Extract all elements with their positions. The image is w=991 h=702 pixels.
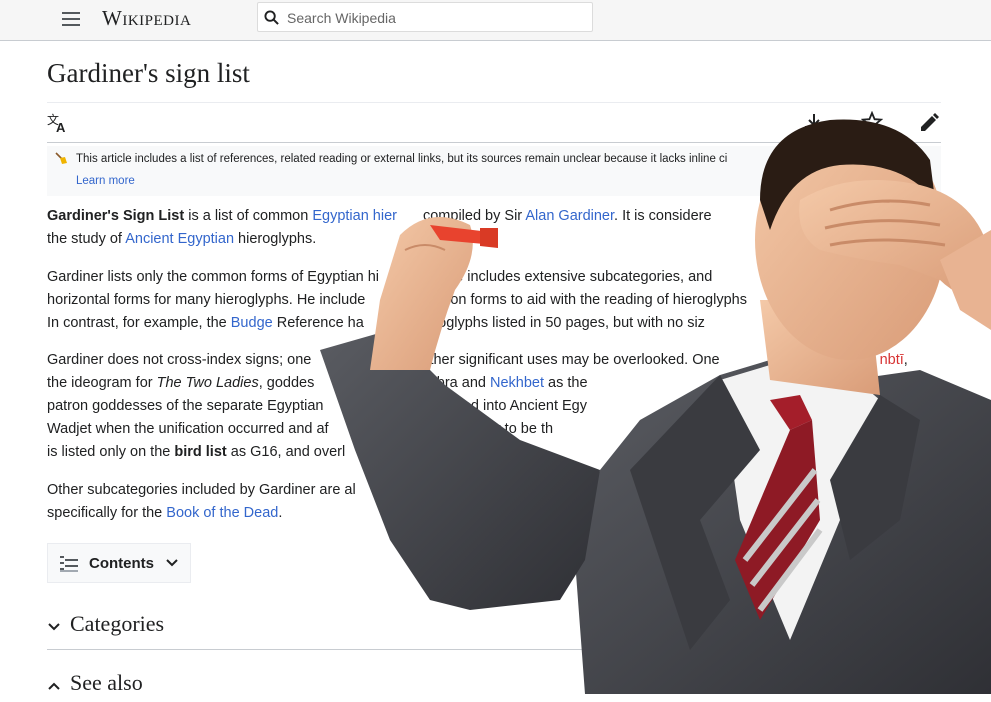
language-translate-icon[interactable]: 文 A: [47, 112, 71, 134]
chevron-down-icon: [48, 623, 60, 631]
chevron-down-icon: [166, 559, 178, 567]
site-header: Wikipedia: [0, 0, 991, 41]
text: the study of: [47, 231, 126, 247]
egyptian-hieroglyphs-link[interactable]: Egyptian hier: [312, 208, 397, 224]
text: , goddes: [258, 375, 315, 391]
text: eity list and th: [445, 444, 534, 460]
text: Gardiner does not cross-index signs; one: [47, 352, 312, 368]
toolbar-divider: [47, 142, 941, 143]
text: other significant uses may be overlooked…: [421, 352, 720, 368]
text: as the: [544, 375, 588, 391]
paragraph-2: Gardiner lists only the common forms of …: [47, 266, 947, 335]
text: Wadjet when the unification occurred and…: [47, 421, 329, 437]
learn-more-link[interactable]: Learn more: [76, 175, 135, 187]
section-title: Categories: [70, 611, 165, 636]
text: . It is considere: [614, 208, 712, 224]
text: patron goddesses of the separate Egyptia…: [47, 398, 324, 414]
budge-link[interactable]: Budge: [231, 315, 273, 331]
page-title: Gardiner's sign list: [47, 58, 250, 88]
table-of-contents-icon: [60, 556, 78, 572]
text: Other subcategories included by Gardiner…: [47, 482, 356, 498]
svg-text:A: A: [56, 120, 66, 134]
bold-term: Gardiner's Sign List: [47, 208, 185, 224]
contents-label: Contents: [89, 555, 154, 572]
book-of-the-dead-link[interactable]: Book of the Dead: [166, 505, 278, 521]
sources-notice: This article includes a list of referenc…: [47, 146, 941, 196]
alan-gardiner-link[interactable]: Alan Gardiner: [525, 208, 614, 224]
title-divider: [47, 102, 941, 103]
text: Gardiner lists only the common forms of …: [47, 269, 380, 285]
intro-paragraph: Gardiner's Sign List is a list of common…: [47, 205, 947, 251]
edit-pencil-icon[interactable]: [918, 111, 940, 133]
text: is a list of common: [184, 208, 313, 224]
watch-star-icon[interactable]: [861, 111, 883, 133]
text: hieroglyphs.: [234, 231, 317, 247]
search-box[interactable]: [257, 2, 593, 32]
text: oined into Ancient Egy: [443, 398, 588, 414]
facepalm-man-throwing-dart-photo: [320, 119, 991, 694]
broom-icon: [55, 152, 67, 164]
text: In contrast, for example, the: [47, 315, 231, 331]
italic-term: The Two Ladies: [156, 375, 259, 391]
text: compiled by Sir: [418, 208, 526, 224]
hamburger-menu-icon[interactable]: [61, 9, 81, 29]
text: specifically for the: [47, 505, 167, 521]
wikipedia-wordmark[interactable]: Wikipedia: [102, 6, 191, 31]
text: 00 hieroglyphs listed in 50 pages, but w…: [393, 315, 705, 331]
text: e cobra and: [409, 375, 490, 391]
section-divider: [47, 649, 941, 650]
text: t he includes extensive subcategories, a…: [439, 269, 713, 285]
paragraph-4: Other subcategories included by Gardiner…: [47, 479, 947, 525]
search-input[interactable]: [285, 7, 589, 29]
text: horizontal forms for many hieroglyphs. H…: [47, 292, 366, 308]
download-icon[interactable]: [803, 111, 825, 133]
text: t.: [901, 292, 911, 308]
text: is listed only on the: [47, 444, 175, 460]
notice-text: This article includes a list of referenc…: [76, 153, 728, 165]
bold-term: bird list: [174, 444, 227, 460]
chevron-up-icon: [48, 682, 60, 690]
paragraph-3: Gardiner does not cross-index signs; one…: [47, 352, 908, 460]
text: .: [278, 505, 283, 521]
search-icon: [264, 10, 279, 25]
text: red jointly to be th: [438, 421, 554, 437]
nekhbet-link[interactable]: Nekhbet: [490, 375, 544, 391]
text: as G16, and overl: [226, 444, 346, 460]
text: Reference ha: [272, 315, 364, 331]
contents-toggle-button[interactable]: Contents: [47, 543, 191, 583]
text: on forms to aid with the reading of hier…: [450, 292, 747, 308]
nbti-link[interactable]: nbtī: [880, 352, 904, 368]
ancient-egyptian-link[interactable]: Ancient Egyptian: [125, 231, 234, 247]
section-title: See also: [70, 670, 143, 695]
text: the ideogram for: [47, 375, 157, 391]
